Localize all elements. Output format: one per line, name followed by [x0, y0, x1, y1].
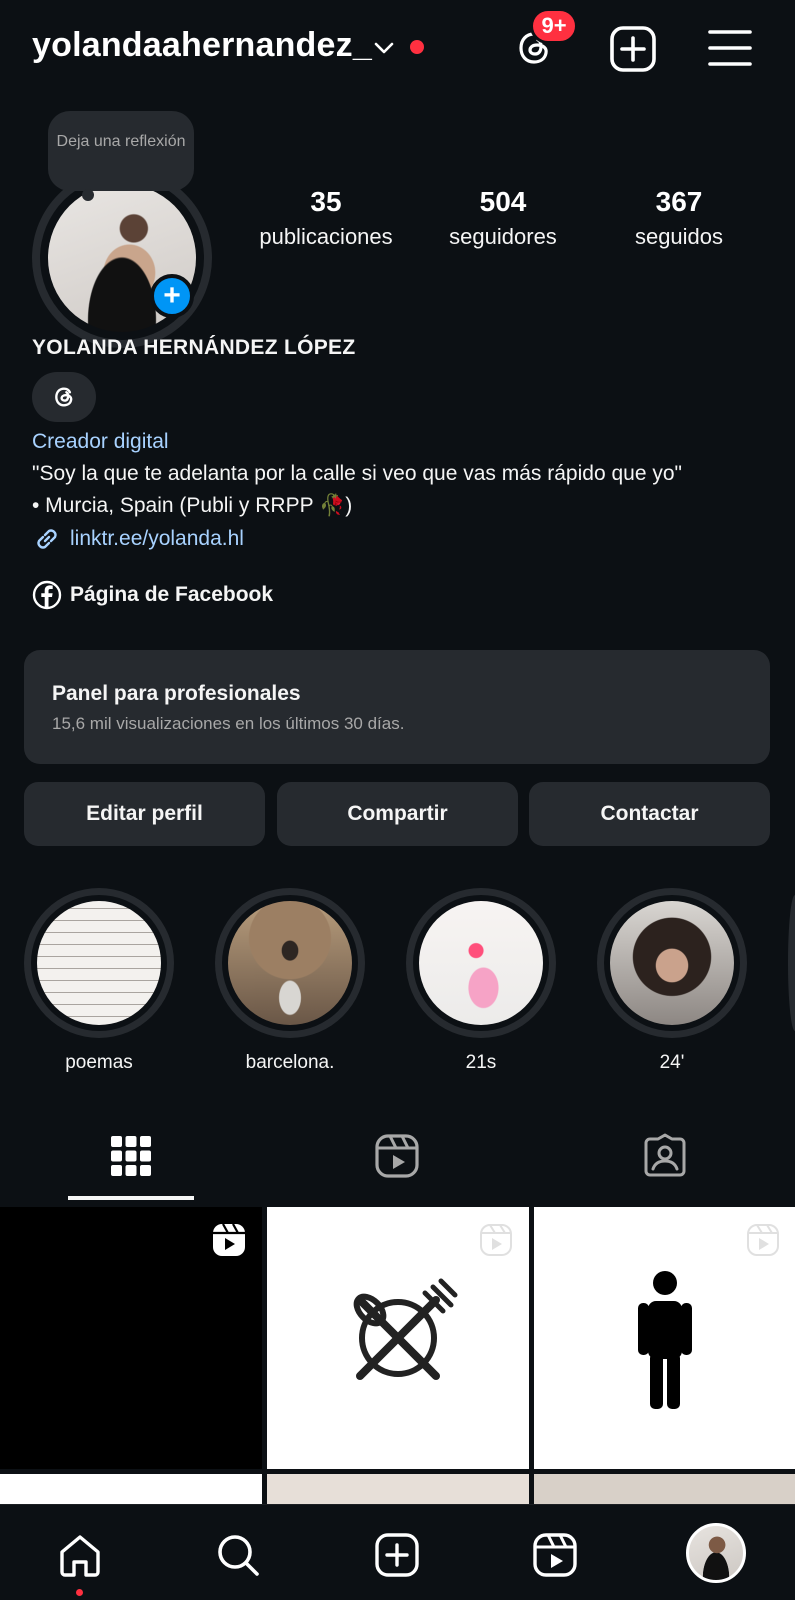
chevron-down-icon[interactable] [372, 36, 396, 60]
tab-tagged[interactable] [637, 1128, 693, 1184]
reel-badge-icon [480, 1224, 512, 1256]
tab-posts[interactable] [103, 1128, 159, 1184]
add-story-button[interactable]: + [150, 274, 194, 318]
edit-profile-button[interactable]: Editar perfil [24, 782, 265, 846]
professional-dashboard[interactable]: Panel para profesionales 15,6 mil visual… [24, 650, 770, 764]
threads-profile-chip[interactable] [32, 372, 96, 422]
nav-profile-avatar[interactable] [686, 1523, 746, 1583]
reel-badge-icon [747, 1224, 779, 1256]
highlight-cover [228, 901, 352, 1025]
active-tab-indicator [68, 1196, 194, 1200]
highlight-item[interactable]: barcelona. [215, 888, 365, 1074]
highlight-label: 21s [465, 1052, 497, 1073]
post-thumbnail[interactable] [0, 1474, 262, 1504]
stat-value: 367 [655, 186, 703, 217]
grid-icon [111, 1136, 151, 1176]
bio-line: "Soy la que te adelanta por la calle si … [32, 462, 682, 485]
search-icon [218, 1535, 259, 1576]
highlight-cover [37, 901, 161, 1025]
nav-create[interactable] [371, 1529, 423, 1581]
post-thumbnail[interactable] [267, 1474, 529, 1504]
threads-icon [55, 387, 73, 407]
stat-label: seguidores [449, 224, 557, 249]
tab-reels[interactable] [369, 1128, 425, 1184]
reels-icon [533, 1533, 577, 1577]
highlight-item[interactable]: 21s [406, 888, 556, 1074]
hamburger-icon [708, 30, 752, 66]
stat-label: publicaciones [259, 224, 393, 249]
tagged-icon [644, 1133, 686, 1177]
facebook-icon [32, 580, 62, 610]
stat-label: seguidos [634, 224, 724, 249]
highlight-cover [419, 901, 543, 1025]
highlight-item[interactable]: poemas [24, 888, 174, 1074]
reels-icon [375, 1134, 419, 1178]
share-button[interactable]: Compartir [277, 782, 518, 846]
highlight-cover [610, 901, 734, 1025]
highlight-item[interactable]: 24' [597, 888, 747, 1074]
full-name: YOLANDA HERNÁNDEZ LÓPEZ [32, 336, 356, 359]
bio-link[interactable]: linktr.ee/yolanda.hl [32, 524, 244, 554]
nav-reels[interactable] [529, 1529, 581, 1581]
category-label: Creador digital [32, 430, 169, 453]
bio-line: • Murcia, Spain (Publi y RRPP 🥀) [32, 494, 353, 517]
dashboard-subtitle: 15,6 mil visualizaciones en los últimos … [52, 714, 405, 733]
link-text: linktr.ee/yolanda.hl [70, 527, 244, 550]
menu-button[interactable] [706, 26, 754, 70]
posts-count[interactable]: 35 publicaciones [251, 186, 401, 250]
notification-badge: 9+ [530, 8, 578, 44]
home-notification-dot [76, 1589, 83, 1596]
facebook-label: Página de Facebook [70, 583, 274, 606]
highlight-label: 24' [659, 1052, 685, 1073]
unread-dot [410, 40, 424, 54]
dashboard-title: Panel para profesionales [52, 682, 301, 705]
highlight-label: poemas [65, 1052, 133, 1073]
stat-value: 35 [310, 186, 342, 217]
post-thumbnail[interactable] [267, 1207, 529, 1469]
plus-square-icon [610, 26, 656, 72]
nav-search[interactable] [212, 1529, 264, 1581]
nav-home[interactable] [54, 1529, 106, 1581]
profile-avatar[interactable] [32, 168, 212, 348]
following-count[interactable]: 367 seguidos [604, 186, 754, 250]
link-icon [37, 529, 57, 549]
post-thumbnail[interactable] [534, 1207, 795, 1469]
create-button[interactable] [608, 24, 658, 74]
stat-value: 504 [479, 186, 527, 217]
bottom-navigation [0, 1504, 795, 1600]
note-bubble[interactable]: Deja una reflexión [48, 111, 194, 201]
post-thumbnail[interactable] [534, 1474, 795, 1504]
post-thumbnail[interactable] [0, 1207, 262, 1469]
highlight-item-peek[interactable] [788, 895, 795, 1031]
facebook-page-link[interactable]: Página de Facebook [32, 580, 273, 610]
highlight-label: barcelona. [245, 1052, 335, 1073]
home-icon [60, 1535, 100, 1577]
contact-button[interactable]: Contactar [529, 782, 770, 846]
create-icon [375, 1533, 419, 1577]
username[interactable]: yolandaahernandez_ [32, 26, 372, 65]
followers-count[interactable]: 504 seguidores [428, 186, 578, 250]
reel-badge-icon [213, 1223, 245, 1256]
